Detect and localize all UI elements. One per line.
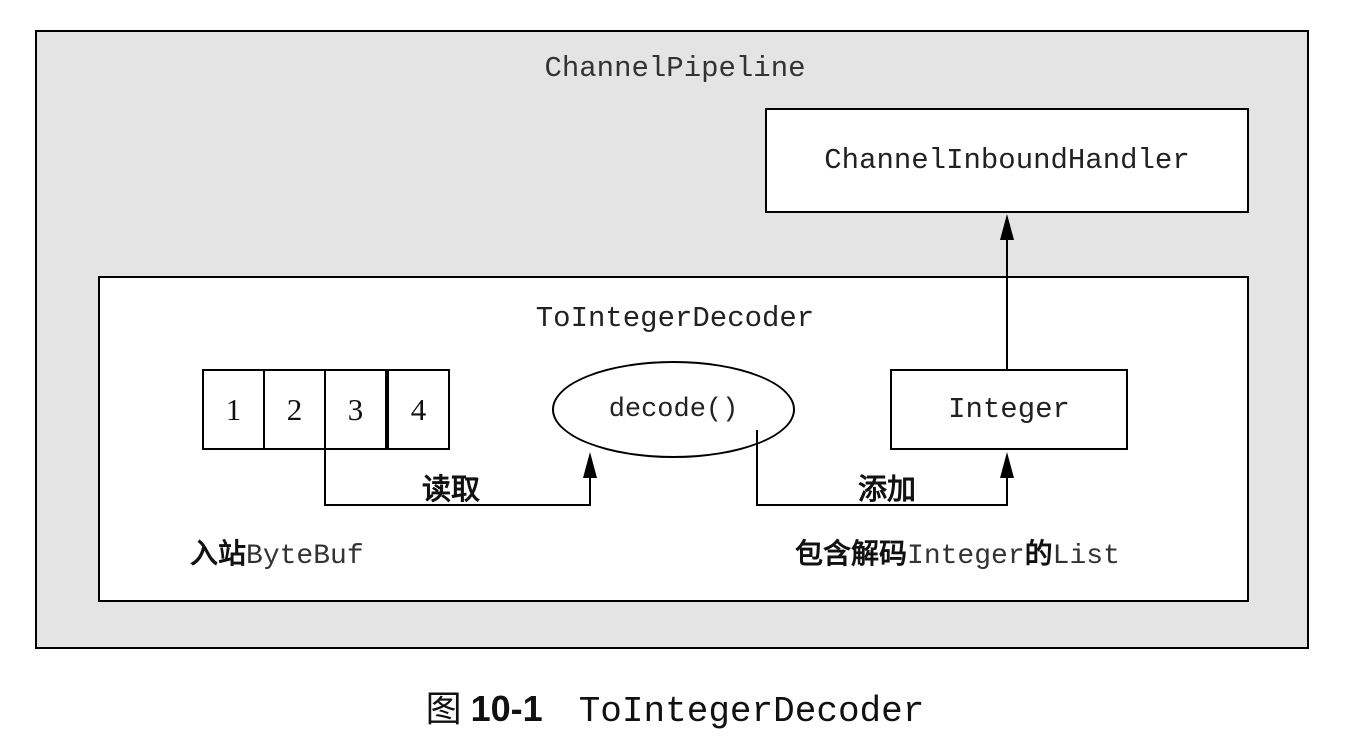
- read-arrowhead: [583, 452, 597, 478]
- add-label: 添加: [858, 472, 917, 506]
- caption-number: 10-1: [470, 688, 543, 729]
- inbound-bytebuf-note: 入站ByteBuf: [190, 532, 364, 572]
- connector-arrows: [324, 214, 1014, 506]
- handler-arrowhead: [1000, 214, 1014, 240]
- list-note-cn2: 的: [1024, 537, 1053, 570]
- inbound-note-cn: 入站: [190, 537, 247, 570]
- caption-title: ToIntegerDecoder: [578, 691, 925, 732]
- inbound-note-code: ByteBuf: [246, 541, 364, 572]
- list-note-code2: List: [1052, 541, 1120, 572]
- decoded-list-note: 包含解码Integer的List: [795, 532, 1120, 572]
- add-arrowhead: [1000, 452, 1014, 478]
- caption-prefix: 图: [425, 689, 462, 730]
- list-note-cn1: 包含解码: [795, 537, 908, 570]
- read-label: 读取: [422, 472, 481, 506]
- list-note-code1: Integer: [907, 541, 1025, 572]
- figure-caption: 图 10-1 ToIntegerDecoder: [0, 680, 1350, 732]
